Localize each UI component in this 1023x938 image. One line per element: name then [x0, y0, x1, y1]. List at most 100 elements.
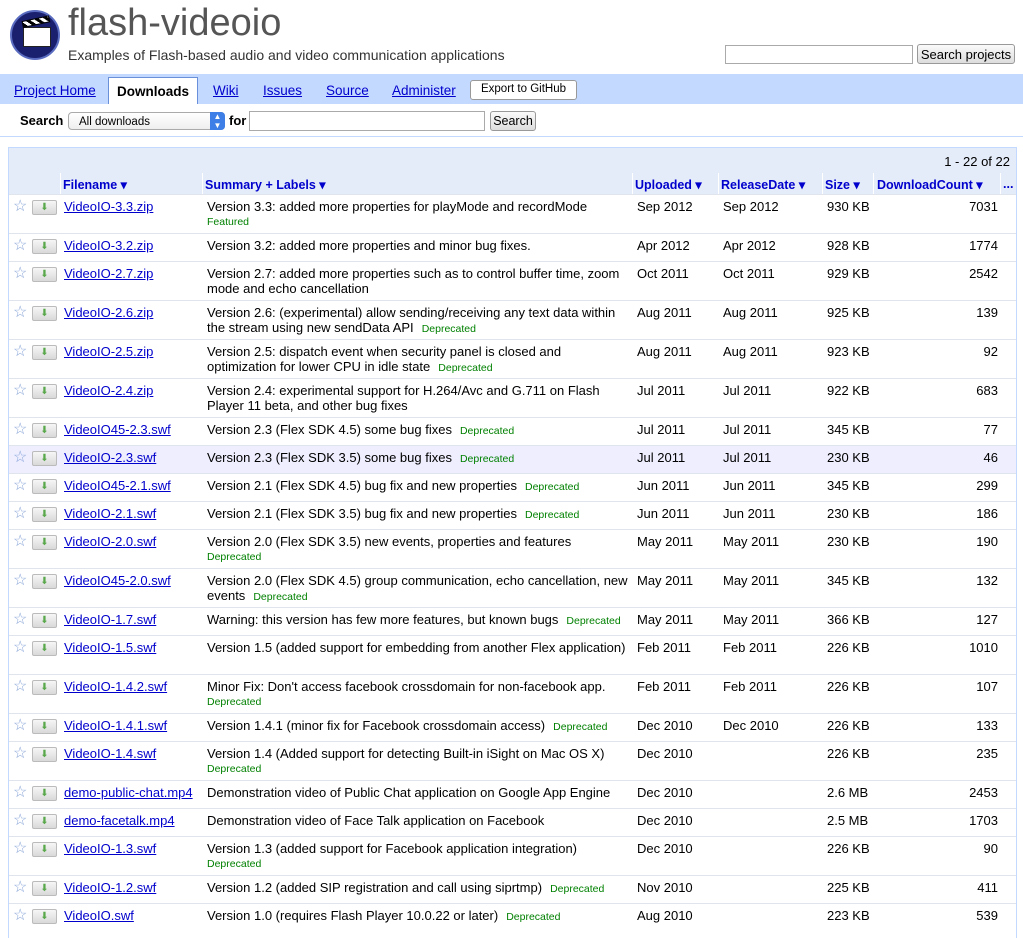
download-arrow-icon[interactable]: ⬇ — [32, 613, 57, 628]
project-logo[interactable] — [10, 10, 60, 60]
download-arrow-icon[interactable]: ⬇ — [32, 881, 57, 896]
star-icon[interactable]: ☆ — [13, 718, 29, 734]
download-arrow-icon[interactable]: ⬇ — [32, 239, 57, 254]
row-label[interactable]: Deprecated — [422, 323, 476, 335]
table-row[interactable]: ☆ ⬇ VideoIO45-2.1.swf Version 2.1 (Flex SDK… — [9, 473, 1016, 502]
filename-link[interactable]: VideoIO-2.0.swf — [64, 534, 156, 549]
download-arrow-icon[interactable]: ⬇ — [32, 680, 57, 695]
row-label[interactable]: Deprecated — [253, 591, 307, 603]
row-label[interactable]: Deprecated — [525, 509, 579, 521]
download-arrow-icon[interactable]: ⬇ — [32, 909, 57, 924]
tab-project-home[interactable]: Project Home — [14, 83, 96, 98]
table-row[interactable]: ☆ ⬇ VideoIO-1.7.swf Warning: this version h… — [9, 607, 1016, 636]
filename-link[interactable]: VideoIO-1.2.swf — [64, 880, 156, 895]
star-icon[interactable]: ☆ — [13, 880, 29, 896]
table-row[interactable]: ☆ ⬇ VideoIO-2.4.zip Version 2.4: experiment… — [9, 378, 1016, 418]
downloads-search-input[interactable] — [249, 111, 485, 131]
download-arrow-icon[interactable]: ⬇ — [32, 814, 57, 829]
filename-link[interactable]: VideoIO-2.4.zip — [64, 383, 153, 398]
star-icon[interactable]: ☆ — [13, 266, 29, 282]
filename-link[interactable]: VideoIO.swf — [64, 908, 134, 923]
star-icon[interactable]: ☆ — [13, 534, 29, 550]
table-row[interactable]: ☆ ⬇ VideoIO-1.4.2.swf Minor Fix: Don't acce… — [9, 674, 1016, 714]
column-release-date[interactable]: ReleaseDate ▾ — [721, 177, 805, 192]
table-row[interactable]: ☆ ⬇ VideoIO-3.3.zip Version 3.3: added more… — [9, 194, 1016, 234]
download-arrow-icon[interactable]: ⬇ — [32, 451, 57, 466]
row-label[interactable]: Deprecated — [438, 362, 492, 374]
star-icon[interactable]: ☆ — [13, 305, 29, 321]
filename-link[interactable]: VideoIO45-2.1.swf — [64, 478, 171, 493]
column-size[interactable]: Size ▾ — [825, 177, 860, 192]
filename-link[interactable]: demo-public-chat.mp4 — [64, 785, 193, 800]
table-row[interactable]: ☆ ⬇ VideoIO-2.6.zip Version 2.6: (experimen… — [9, 300, 1016, 340]
star-icon[interactable]: ☆ — [13, 640, 29, 656]
filename-link[interactable]: VideoIO45-2.3.swf — [64, 422, 171, 437]
table-row[interactable]: ☆ ⬇ VideoIO-2.7.zip Version 2.7: added more… — [9, 261, 1016, 301]
download-arrow-icon[interactable]: ⬇ — [32, 345, 57, 360]
column-more[interactable]: ... — [1003, 177, 1013, 191]
filename-link[interactable]: VideoIO-2.1.swf — [64, 506, 156, 521]
table-row[interactable]: ☆ ⬇ VideoIO.swf Version 1.0 (requires Flash… — [9, 903, 1016, 932]
filename-link[interactable]: VideoIO-1.4.1.swf — [64, 718, 167, 733]
export-to-github-button[interactable]: Export to GitHub — [470, 80, 577, 100]
download-arrow-icon[interactable]: ⬇ — [32, 786, 57, 801]
table-row[interactable]: ☆ ⬇ demo-public-chat.mp4 Demonstration vide… — [9, 780, 1016, 809]
star-icon[interactable]: ☆ — [13, 238, 29, 254]
table-row[interactable]: ☆ ⬇ VideoIO-1.5.swf Version 1.5 (added supp… — [9, 635, 1016, 675]
table-row[interactable]: ☆ ⬇ VideoIO-2.0.swf Version 2.0 (Flex SDK 3… — [9, 529, 1016, 569]
row-label[interactable]: Deprecated — [207, 762, 631, 777]
column-summary[interactable]: Summary + Labels ▾ — [205, 177, 326, 192]
row-label[interactable]: Deprecated — [460, 425, 514, 437]
download-arrow-icon[interactable]: ⬇ — [32, 719, 57, 734]
table-row[interactable]: ☆ ⬇ demo-facetalk.mp4 Demonstration video o… — [9, 808, 1016, 837]
download-arrow-icon[interactable]: ⬇ — [32, 842, 57, 857]
row-label[interactable]: Deprecated — [207, 550, 631, 565]
row-label[interactable]: Featured — [207, 215, 631, 230]
filename-link[interactable]: VideoIO-2.7.zip — [64, 266, 153, 281]
download-arrow-icon[interactable]: ⬇ — [32, 535, 57, 550]
filename-link[interactable]: demo-facetalk.mp4 — [64, 813, 175, 828]
star-icon[interactable]: ☆ — [13, 612, 29, 628]
project-name[interactable]: flash-videoio — [68, 2, 281, 45]
table-row[interactable]: ☆ ⬇ VideoIO-1.4.swf Version 1.4 (Added supp… — [9, 741, 1016, 781]
downloads-search-button[interactable]: Search — [490, 111, 536, 131]
filename-link[interactable]: VideoIO-3.3.zip — [64, 199, 153, 214]
table-row[interactable]: ☆ ⬇ VideoIO-1.2.swf Version 1.2 (added SIP … — [9, 875, 1016, 904]
star-icon[interactable]: ☆ — [13, 383, 29, 399]
row-label[interactable]: Deprecated — [460, 453, 514, 465]
star-icon[interactable]: ☆ — [13, 813, 29, 829]
row-label[interactable]: Deprecated — [566, 615, 620, 627]
table-row[interactable]: ☆ ⬇ VideoIO45-2.3.swf Version 2.3 (Flex SDK… — [9, 417, 1016, 446]
tab-source[interactable]: Source — [326, 83, 369, 98]
table-row[interactable]: ☆ ⬇ VideoIO-2.3.swf Version 2.3 (Flex SDK 3… — [9, 445, 1016, 474]
download-arrow-icon[interactable]: ⬇ — [32, 267, 57, 282]
star-icon[interactable]: ☆ — [13, 450, 29, 466]
tab-downloads[interactable]: Downloads — [108, 77, 198, 105]
table-row[interactable]: ☆ ⬇ VideoIO45-2.0.swf Version 2.0 (Flex SDK… — [9, 568, 1016, 608]
row-label[interactable]: Deprecated — [525, 481, 579, 493]
table-row[interactable]: ☆ ⬇ VideoIO-3.2.zip Version 3.2: added more… — [9, 233, 1016, 262]
star-icon[interactable]: ☆ — [13, 679, 29, 695]
filename-link[interactable]: VideoIO-2.6.zip — [64, 305, 153, 320]
tab-administer[interactable]: Administer — [392, 83, 456, 98]
filename-link[interactable]: VideoIO-3.2.zip — [64, 238, 153, 253]
download-arrow-icon[interactable]: ⬇ — [32, 641, 57, 656]
table-row[interactable]: ☆ ⬇ VideoIO-1.3.swf Version 1.3 (added supp… — [9, 836, 1016, 876]
star-icon[interactable]: ☆ — [13, 746, 29, 762]
download-arrow-icon[interactable]: ⬇ — [32, 747, 57, 762]
table-row[interactable]: ☆ ⬇ VideoIO-1.4.1.swf Version 1.4.1 (minor … — [9, 713, 1016, 742]
download-arrow-icon[interactable]: ⬇ — [32, 479, 57, 494]
row-label[interactable]: Deprecated — [550, 883, 604, 895]
column-download-count[interactable]: DownloadCount ▾ — [877, 177, 983, 192]
filename-link[interactable]: VideoIO-1.4.swf — [64, 746, 156, 761]
column-filename[interactable]: Filename ▾ — [63, 177, 127, 192]
download-arrow-icon[interactable]: ⬇ — [32, 507, 57, 522]
row-label[interactable]: Deprecated — [506, 911, 560, 923]
download-arrow-icon[interactable]: ⬇ — [32, 423, 57, 438]
row-label[interactable]: Deprecated — [207, 857, 631, 872]
download-arrow-icon[interactable]: ⬇ — [32, 200, 57, 215]
filename-link[interactable]: VideoIO-2.3.swf — [64, 450, 156, 465]
table-row[interactable]: ☆ ⬇ VideoIO-2.5.zip Version 2.5: dispatch e… — [9, 339, 1016, 379]
download-arrow-icon[interactable]: ⬇ — [32, 306, 57, 321]
star-icon[interactable]: ☆ — [13, 422, 29, 438]
